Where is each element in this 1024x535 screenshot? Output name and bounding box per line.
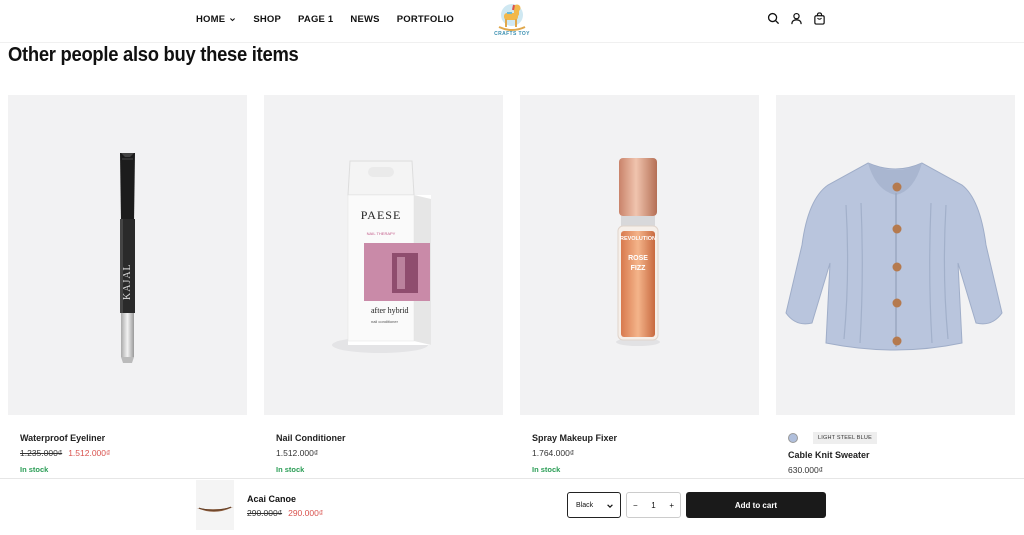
product-image[interactable]: PAESE NAIL THERAPY after hybrid nail con… — [264, 95, 503, 415]
product-image[interactable] — [776, 95, 1015, 415]
site-header: HOME SHOP PAGE 1 NEWS PORTFOLIO CRAFTS T… — [0, 0, 1024, 43]
sticky-product-name: Acai Canoe — [247, 494, 297, 504]
product-card: REVOLUTION ROSE FIZZ Spray Makeup Fixer … — [520, 95, 759, 485]
quantity-stepper: − 1 + — [626, 492, 681, 518]
box-desc-text: nail conditioner — [371, 319, 399, 324]
sweater-illustration — [785, 162, 1003, 351]
eyeliner-brand-text: KAJAL — [122, 263, 133, 300]
bottle-name-2-text: FIZZ — [631, 265, 646, 272]
product-image[interactable]: REVOLUTION ROSE FIZZ — [520, 95, 759, 415]
color-swatch-label: LIGHT STEEL BLUE — [813, 432, 877, 444]
sticky-product-thumbnail — [196, 480, 234, 530]
product-card: PAESE NAIL THERAPY after hybrid nail con… — [264, 95, 503, 485]
qty-increase-button[interactable]: + — [669, 501, 674, 510]
price: 1.764.000₫ — [532, 448, 575, 458]
product-name[interactable]: Cable Knit Sweater — [788, 450, 870, 460]
product-price: 1.512.000₫ — [276, 448, 318, 458]
sale-price: 1.512.000₫ — [68, 448, 111, 458]
box-product-text: after hybrid — [371, 306, 409, 315]
site-logo[interactable]: CRAFTS TOY — [490, 2, 534, 38]
logo-text: CRAFTS TOY — [494, 31, 530, 37]
header-icons — [767, 12, 826, 25]
product-image[interactable]: KAJAL — [8, 95, 247, 415]
user-icon[interactable] — [790, 12, 803, 25]
nav-portfolio-label: PORTFOLIO — [396, 14, 454, 25]
chevron-down-icon — [607, 504, 613, 509]
stock-status: In stock — [532, 465, 561, 474]
sticky-product-price: 290.000₫ 290.000₫ — [247, 508, 323, 518]
qty-value[interactable]: 1 — [651, 501, 655, 510]
product-card: LIGHT STEEL BLUE Cable Knit Sweater 630.… — [776, 95, 1015, 485]
product-price: 1.235.000₫ 1.512.000₫ — [20, 448, 110, 458]
stock-status: In stock — [20, 465, 49, 474]
eyeliner-illustration: KAJAL — [120, 153, 135, 363]
section-title: Other people also buy these items — [8, 44, 299, 66]
nail-conditioner-box-illustration: PAESE NAIL THERAPY after hybrid nail con… — [332, 160, 431, 353]
variant-select-value: Black — [576, 501, 594, 509]
product-price: 1.764.000₫ — [532, 448, 574, 458]
color-swatch[interactable] — [788, 433, 798, 443]
nav-shop-label: SHOP — [253, 14, 282, 25]
nav-news[interactable]: NEWS — [350, 14, 379, 25]
box-sub-text: NAIL THERAPY — [367, 231, 396, 236]
nav-shop[interactable]: SHOP — [253, 14, 281, 25]
qty-decrease-button[interactable]: − — [633, 501, 638, 510]
product-price: 630.000₫ — [788, 465, 823, 475]
main-nav: HOME SHOP PAGE 1 NEWS PORTFOLIO — [196, 14, 454, 25]
variant-select[interactable]: Black — [567, 492, 621, 518]
product-card: KAJAL Waterproof Eyeliner 1.235.000₫ 1.5… — [8, 95, 247, 485]
box-brand-text: PAESE — [361, 208, 402, 222]
sale-price: 290.000₫ — [288, 508, 324, 518]
nav-portfolio[interactable]: PORTFOLIO — [397, 14, 454, 25]
product-name[interactable]: Spray Makeup Fixer — [532, 433, 617, 443]
bottle-brand-text: REVOLUTION — [620, 236, 656, 242]
price: 630.000₫ — [788, 465, 824, 475]
nav-page-1-label: PAGE 1 — [298, 14, 334, 25]
canoe-illustration — [197, 506, 233, 512]
bottle-name-1-text: ROSE — [628, 255, 648, 262]
cart-icon[interactable] — [813, 12, 826, 25]
chevron-down-icon — [230, 18, 236, 22]
nav-home[interactable]: HOME — [196, 14, 236, 25]
rocking-horse-logo-icon — [498, 4, 526, 31]
nav-news-label: NEWS — [350, 14, 380, 25]
price: 1.512.000₫ — [276, 448, 319, 458]
search-icon[interactable] — [767, 12, 780, 25]
nav-home-label: HOME — [196, 14, 226, 25]
nav-page-1[interactable]: PAGE 1 — [298, 14, 333, 25]
product-name[interactable]: Waterproof Eyeliner — [20, 433, 105, 443]
spray-bottle-illustration: REVOLUTION ROSE FIZZ — [616, 158, 660, 346]
old-price: 290.000₫ — [247, 508, 283, 518]
add-to-cart-button[interactable]: Add to cart — [686, 492, 826, 518]
stock-status: In stock — [276, 465, 305, 474]
sticky-add-to-cart-bar: Acai Canoe 290.000₫ 290.000₫ Black − 1 +… — [0, 478, 1024, 532]
old-price: 1.235.000₫ — [20, 448, 63, 458]
product-name[interactable]: Nail Conditioner — [276, 433, 346, 443]
